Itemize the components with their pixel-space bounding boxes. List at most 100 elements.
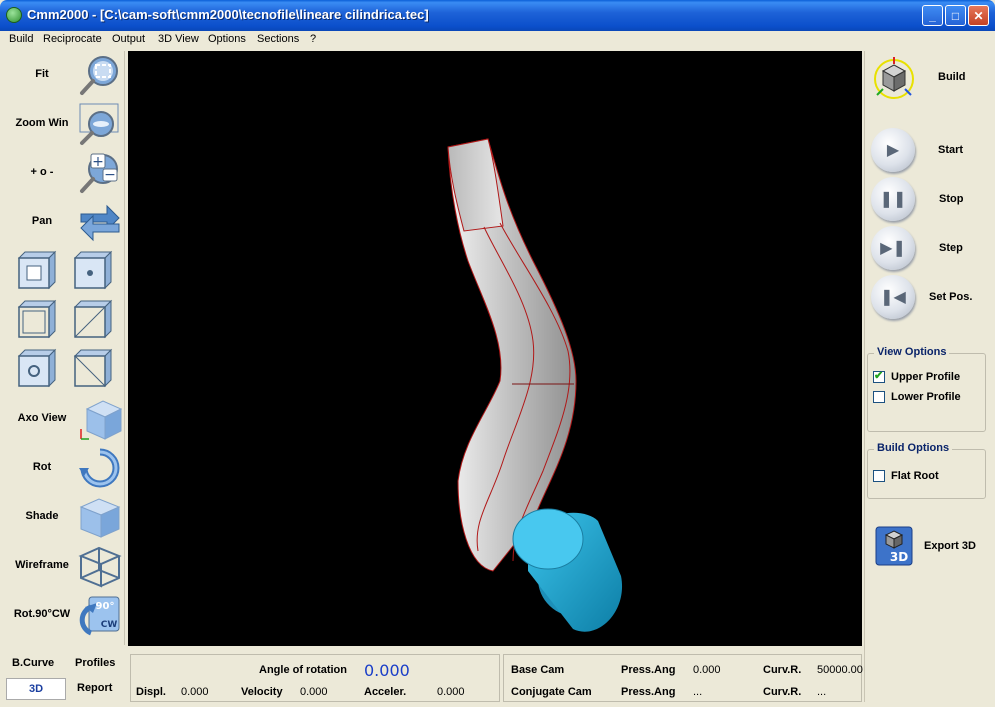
wireframe-tool[interactable]: Wireframe	[3, 542, 125, 590]
build-button[interactable]	[871, 55, 917, 101]
build-options-title: Build Options	[874, 442, 953, 454]
menu-options[interactable]: Options	[208, 33, 246, 45]
displ-label: Displ.	[136, 686, 166, 698]
zoom-in-out-icon[interactable]: + −	[77, 151, 123, 195]
conj-curv-r-value: ...	[817, 686, 827, 698]
rotate-90-cw-icon[interactable]: 90° CW	[77, 593, 123, 637]
step-label: Step	[939, 242, 963, 254]
view-top-icon[interactable]	[13, 297, 59, 341]
play-pause-icon: ▶❚	[871, 226, 915, 270]
menu-3d-view[interactable]: 3D View	[158, 33, 199, 45]
minimize-button[interactable]: _	[922, 5, 943, 26]
step-button[interactable]: ▶❚	[871, 226, 917, 272]
zoom-pm-tool[interactable]: + o - + −	[3, 149, 125, 197]
fit-label: Fit	[35, 68, 49, 80]
displ-value: 0.000	[181, 686, 209, 698]
menu-reciprocate[interactable]: Reciprocate	[43, 33, 102, 45]
lower-profile-check-icon[interactable]	[873, 391, 885, 403]
rot90-icon-top: 90°	[96, 601, 115, 612]
app-icon[interactable]	[6, 7, 22, 23]
lower-profile-checkbox[interactable]: Lower Profile	[873, 391, 961, 403]
pause-icon: ❚❚	[871, 177, 915, 221]
rotate-icon[interactable]	[77, 446, 123, 490]
shade-cube-icon[interactable]	[77, 495, 123, 539]
zoom-window-icon[interactable]	[77, 102, 123, 146]
view-bottom-icon[interactable]	[13, 346, 59, 390]
left-toolbar: Fit Zoom Win + o - +− Pan Axo View Rot	[3, 51, 125, 645]
menu-sections[interactable]: Sections	[257, 33, 299, 45]
pan-label: Pan	[31, 215, 53, 227]
upper-profile-label: Upper Profile	[891, 371, 961, 383]
shade-label: Shade	[25, 510, 59, 522]
base-curv-r-value: 50000.00	[817, 664, 863, 676]
accel-label: Acceler.	[364, 686, 407, 698]
rot90-tool[interactable]: Rot.90°CW 90° CW	[3, 591, 125, 639]
view-right-icon[interactable]	[69, 248, 115, 292]
build-label: Build	[938, 71, 966, 83]
axo-view-tool[interactable]: Axo View	[3, 395, 125, 443]
set-pos-label: Set Pos.	[929, 291, 973, 303]
title-bar: Cmm2000 - [C:\cam-soft\cmm2000\tecnofile…	[0, 0, 995, 31]
velocity-label: Velocity	[241, 686, 283, 698]
velocity-value: 0.000	[300, 686, 328, 698]
menu-bar: Build Reciprocate Output 3D View Options…	[0, 31, 995, 49]
b-curve-tab[interactable]: B.Curve	[12, 657, 54, 669]
fit-icon[interactable]	[77, 53, 123, 97]
menu-help[interactable]: ?	[310, 33, 316, 45]
wireframe-cube-icon[interactable]	[77, 544, 123, 588]
conjugate-cam-label: Conjugate Cam	[511, 686, 592, 698]
svg-text:−: −	[104, 167, 116, 183]
axo-cube-icon[interactable]	[77, 397, 123, 441]
base-press-ang-value: 0.000	[693, 664, 721, 676]
rot-label: Rot	[32, 461, 52, 473]
conj-curv-r-label: Curv.R.	[763, 686, 802, 698]
report-tab[interactable]: Report	[77, 682, 112, 694]
rot-tool[interactable]: Rot	[3, 444, 125, 492]
view-options-title: View Options	[874, 346, 950, 358]
view-back-icon[interactable]	[69, 346, 115, 390]
base-curv-r-label: Curv.R.	[763, 664, 802, 676]
export-3d-icon: 3D	[875, 526, 913, 566]
upper-profile-check-icon[interactable]	[873, 369, 885, 383]
upper-profile-checkbox[interactable]: Upper Profile	[873, 369, 961, 383]
flat-root-label: Flat Root	[891, 470, 939, 482]
right-panel: Build ▶ Start ❚❚ Stop ▶❚ Step ❚◀ Set Pos…	[864, 51, 993, 702]
pan-icon[interactable]	[77, 200, 123, 244]
fit-tool[interactable]: Fit	[3, 51, 125, 99]
menu-output[interactable]: Output	[112, 33, 145, 45]
svg-text:+: +	[92, 154, 104, 170]
motion-panel: Angle of rotation 0.000 Displ. 0.000 Vel…	[130, 654, 500, 702]
pan-tool[interactable]: Pan	[3, 198, 125, 246]
angle-label: Angle of rotation	[259, 664, 347, 676]
follower-face	[512, 508, 584, 570]
view-front-icon[interactable]	[13, 248, 59, 292]
flat-root-checkbox[interactable]: Flat Root	[873, 470, 939, 482]
3d-tab[interactable]: 3D	[6, 678, 66, 700]
start-label: Start	[938, 144, 964, 156]
stop-button[interactable]: ❚❚	[871, 177, 917, 223]
rot90-icon-bottom: CW	[101, 620, 118, 630]
shade-tool[interactable]: Shade	[3, 493, 125, 541]
flat-root-check-icon[interactable]	[873, 470, 885, 482]
start-button[interactable]: ▶	[871, 128, 917, 174]
zoom-win-tool[interactable]: Zoom Win	[3, 100, 125, 148]
menu-build[interactable]: Build	[9, 33, 33, 45]
3d-viewport[interactable]	[128, 51, 862, 646]
play-icon: ▶	[871, 128, 915, 172]
wireframe-label: Wireframe	[15, 559, 69, 571]
export-3d-label: Export 3D	[924, 540, 976, 552]
base-press-ang-label: Press.Ang	[621, 664, 676, 676]
view-options-group: View Options Upper Profile Lower Profile	[867, 346, 986, 432]
build-options-group: Build Options Flat Root	[867, 442, 986, 499]
skip-back-icon: ❚◀	[871, 275, 915, 319]
window-title: Cmm2000 - [C:\cam-soft\cmm2000\tecnofile…	[27, 7, 429, 22]
maximize-button[interactable]: □	[945, 5, 966, 26]
base-cam-label: Base Cam	[511, 664, 565, 676]
close-button[interactable]: ✕	[968, 5, 989, 26]
zoom-win-label: Zoom Win	[15, 117, 69, 129]
set-pos-button[interactable]: ❚◀	[871, 275, 917, 321]
view-left-icon[interactable]	[69, 297, 115, 341]
cam-info-panel: Base Cam Press.Ang 0.000 Curv.R. 50000.0…	[503, 654, 863, 702]
profiles-tab[interactable]: Profiles	[75, 657, 115, 669]
export-3d-button[interactable]: 3D	[875, 526, 913, 566]
